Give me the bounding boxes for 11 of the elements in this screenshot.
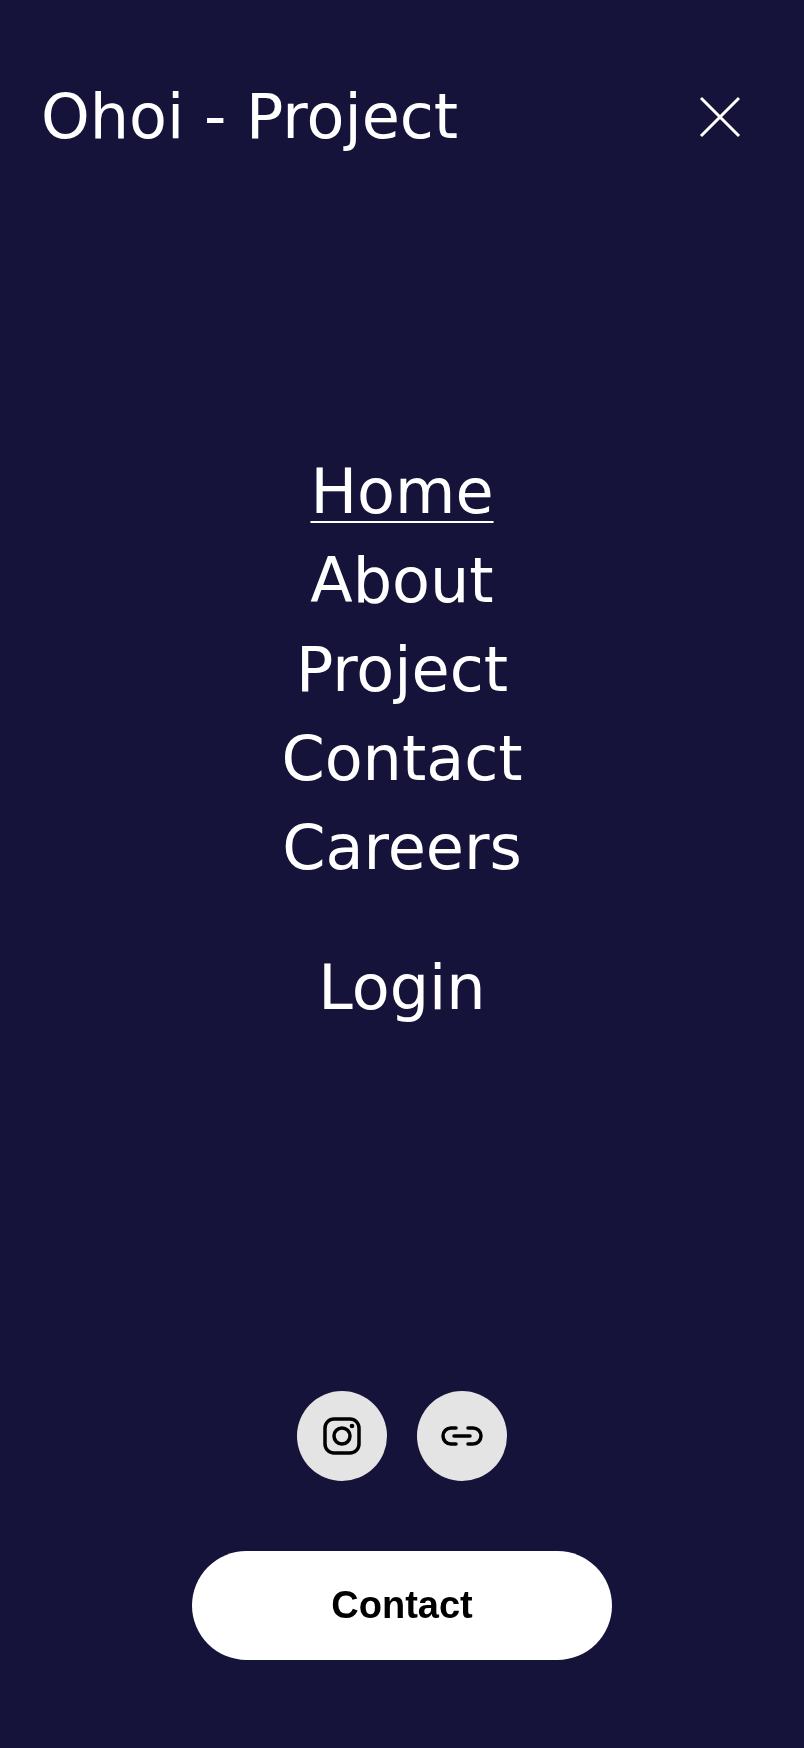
nav-link[interactable]: Project bbox=[295, 625, 509, 714]
contact-button[interactable]: Contact bbox=[192, 1551, 612, 1660]
login-link[interactable]: Login bbox=[318, 943, 486, 1032]
nav-link[interactable]: Contact bbox=[281, 714, 523, 803]
close-button[interactable] bbox=[698, 95, 742, 139]
link-icon bbox=[440, 1424, 484, 1448]
camera-icon bbox=[322, 1416, 362, 1456]
nav-link[interactable]: Careers bbox=[282, 803, 522, 892]
nav-link[interactable]: About bbox=[310, 536, 494, 625]
nav-link[interactable]: Home bbox=[310, 447, 494, 536]
site-title: Ohoi - Project bbox=[41, 85, 459, 149]
